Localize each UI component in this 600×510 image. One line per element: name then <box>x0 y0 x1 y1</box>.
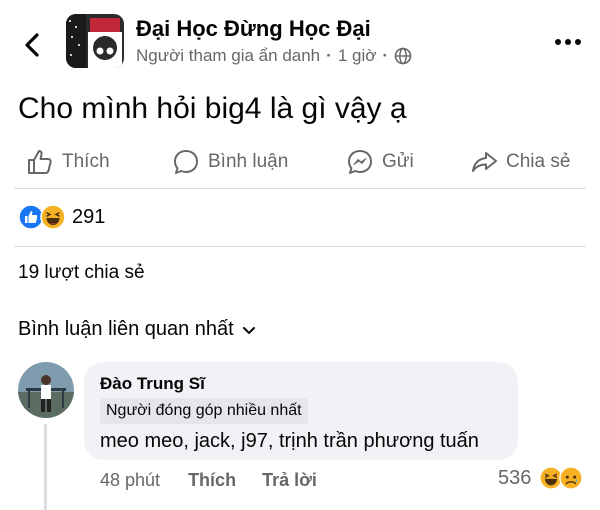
comment-text: meo meo, jack, j97, trịnh trần phương tu… <box>100 430 479 452</box>
more-horizontal-icon <box>555 39 581 45</box>
messenger-icon <box>348 150 372 174</box>
commenter-avatar[interactable] <box>18 362 74 418</box>
thread-line <box>44 424 47 510</box>
share-arrow-icon <box>472 152 497 172</box>
chevron-down-icon <box>242 326 255 334</box>
comment-filter-label: Bình luận liên quan nhất <box>18 318 234 340</box>
comment-filter-dropdown[interactable]: Bình luận liên quan nhất <box>18 318 256 341</box>
chevron-left-icon <box>25 33 39 57</box>
comment-button[interactable]: Bình luận <box>172 148 288 176</box>
commenter-avatar-image <box>18 362 74 418</box>
comment-label: Bình luận <box>208 151 289 172</box>
group-avatar[interactable] <box>66 14 124 68</box>
post-author[interactable]: Người tham gia ẩn danh <box>136 46 320 66</box>
group-name[interactable]: Đại Học Đừng Học Đại <box>136 16 371 42</box>
comment-reactions[interactable]: 536 <box>498 466 584 490</box>
more-options-button[interactable] <box>548 32 588 52</box>
post-meta: Người tham gia ẩn danh · 1 giờ · <box>136 46 412 66</box>
send-label: Gửi <box>382 151 414 172</box>
comment-reply-button[interactable]: Trả lời <box>262 470 317 491</box>
commenter-name[interactable]: Đào Trung Sĩ <box>100 374 205 394</box>
like-button[interactable]: Thích <box>26 148 110 176</box>
comment-like-button[interactable]: Thích <box>188 470 236 491</box>
back-button[interactable] <box>18 30 48 60</box>
post-reactions[interactable]: 291 <box>18 204 105 230</box>
share-label: Chia sẻ <box>506 151 571 172</box>
divider <box>14 188 586 189</box>
share-button[interactable]: Chia sẻ <box>470 148 570 176</box>
share-count[interactable]: 19 lượt chia sẻ <box>18 262 145 284</box>
comment-reaction-count: 536 <box>498 466 532 489</box>
post-action-bar: Thích Bình luận Gửi Chia sẻ <box>0 140 600 186</box>
meta-separator-2: · <box>382 46 389 65</box>
thumbs-up-icon <box>28 150 52 174</box>
send-button[interactable]: Gửi <box>346 148 414 176</box>
top-contributor-badge: Người đóng góp nhiều nhất <box>100 398 308 424</box>
post-time[interactable]: 1 giờ <box>338 46 377 66</box>
reaction-count: 291 <box>72 205 106 228</box>
post-text: Cho mình hỏi big4 là gì vậy ạ <box>18 92 407 125</box>
like-label: Thích <box>62 151 110 172</box>
comment-actions: 48 phút Thích Trả lời <box>100 470 343 491</box>
haha-reaction-icon <box>40 204 66 230</box>
comment-bubble-icon <box>174 150 198 174</box>
globe-icon <box>394 47 412 65</box>
sad-reaction-icon <box>559 466 584 490</box>
group-avatar-image <box>66 14 124 68</box>
meta-separator: · <box>326 46 332 65</box>
comment-time[interactable]: 48 phút <box>100 470 160 491</box>
divider <box>14 246 586 247</box>
